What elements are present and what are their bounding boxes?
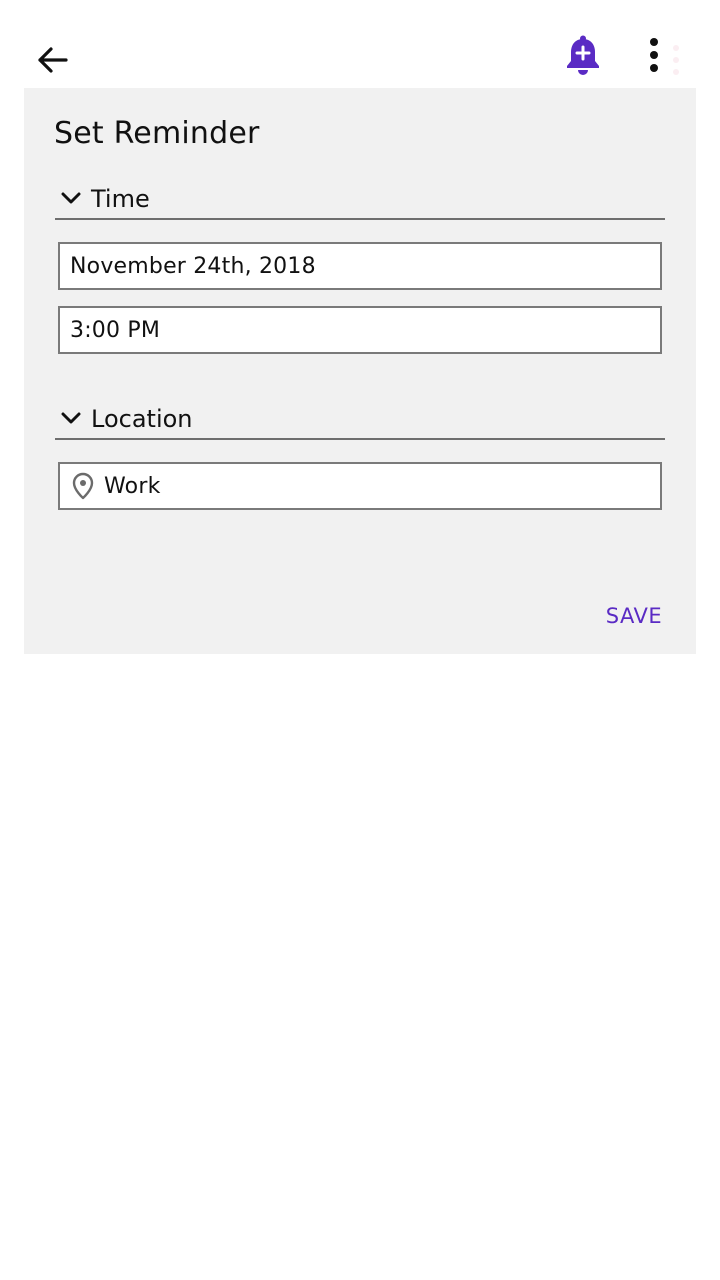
chevron-down-icon xyxy=(59,186,83,210)
location-value: Work xyxy=(104,473,161,499)
set-reminder-dialog: Set Reminder Time November 24th, 2018 3:… xyxy=(24,88,696,654)
time-section-header[interactable]: Time xyxy=(55,178,665,220)
dialog-title: Set Reminder xyxy=(54,116,260,151)
top-app-bar xyxy=(0,0,720,88)
time-section-label: Time xyxy=(91,185,150,213)
arrow-left-icon xyxy=(38,47,68,73)
more-vertical-icon xyxy=(650,38,658,72)
save-button[interactable]: SAVE xyxy=(594,596,674,636)
location-section-header[interactable]: Location xyxy=(55,398,665,440)
add-reminder-button[interactable] xyxy=(558,30,608,80)
time-value: 3:00 PM xyxy=(70,317,161,343)
app-root: Set Reminder Time November 24th, 2018 3:… xyxy=(0,0,720,1280)
location-section-label: Location xyxy=(91,405,193,433)
bell-plus-icon xyxy=(567,35,599,75)
location-field[interactable]: Work xyxy=(58,462,662,510)
date-value: November 24th, 2018 xyxy=(70,253,316,279)
date-field[interactable]: November 24th, 2018 xyxy=(58,242,662,290)
back-button[interactable] xyxy=(28,38,76,82)
chevron-down-icon xyxy=(59,406,83,430)
time-field[interactable]: 3:00 PM xyxy=(58,306,662,354)
overflow-ghost-dots xyxy=(673,45,679,75)
map-pin-icon xyxy=(70,471,96,501)
